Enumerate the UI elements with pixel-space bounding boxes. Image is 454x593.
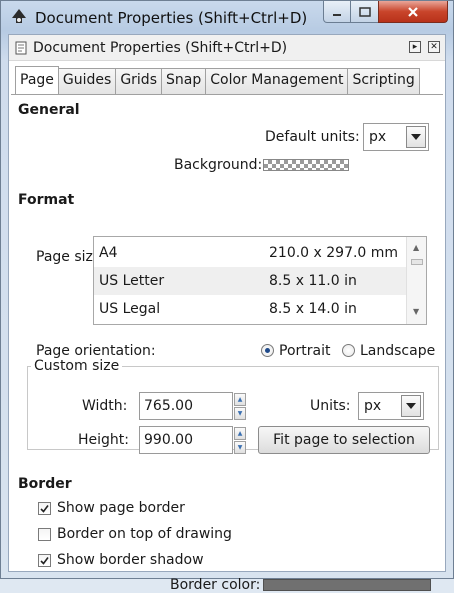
show-page-border-checkbox[interactable]	[38, 502, 51, 515]
border-heading: Border	[18, 476, 72, 492]
properties-panel: Page Guides Grids Snap Color Management …	[9, 62, 445, 593]
tab-snap[interactable]: Snap	[161, 68, 207, 94]
close-icon	[408, 6, 418, 17]
units-label: Units:	[310, 398, 351, 414]
dock-iconify-button[interactable]: ▸	[409, 41, 421, 53]
height-value: 990.00	[144, 432, 193, 448]
dialog-client: Document Properties (Shift+Ctrl+D) ▸ ✕ P…	[8, 34, 446, 593]
page-size-dimensions: 210.0 x 297.0 mm	[269, 245, 399, 261]
minimize-icon	[333, 13, 341, 16]
list-item-selected[interactable]: US Letter 8.5 x 11.0 in	[94, 267, 406, 295]
border-color-label: Border color:	[170, 577, 261, 593]
background-label: Background:	[174, 157, 263, 173]
dock-header: Document Properties (Shift+Ctrl+D) ▸ ✕	[9, 35, 445, 61]
dropdown-arrow-icon	[406, 126, 426, 148]
page-size-list[interactable]: A4 210.0 x 297.0 mm US Letter 8.5 x 11.0…	[93, 236, 427, 325]
format-heading: Format	[18, 192, 75, 208]
scroll-down-icon[interactable]: ▼	[413, 307, 419, 316]
title-bar[interactable]: Document Properties (Shift+Ctrl+D)	[1, 1, 453, 33]
page-size-name: US Letter	[99, 273, 165, 289]
border-on-top-checkbox[interactable]	[38, 528, 51, 541]
background-color-swatch[interactable]	[263, 159, 349, 171]
tab-scripting[interactable]: Scripting	[347, 68, 420, 94]
height-input[interactable]: 990.00 ▲ ▼	[139, 426, 246, 454]
show-border-shadow-checkbox[interactable]	[38, 554, 51, 567]
checkmark-icon	[40, 557, 49, 565]
dock-title: Document Properties (Shift+Ctrl+D)	[33, 40, 288, 56]
landscape-label[interactable]: Landscape	[360, 343, 435, 359]
page-size-name: A4	[99, 245, 118, 261]
list-item[interactable]: US Legal 8.5 x 14.0 in	[94, 295, 406, 323]
dock-close-button[interactable]: ✕	[428, 41, 440, 53]
show-border-shadow-label[interactable]: Show border shadow	[57, 552, 204, 568]
width-stepper[interactable]: ▲ ▼	[234, 393, 246, 421]
portrait-label[interactable]: Portrait	[279, 343, 330, 359]
page-size-dimensions: 8.5 x 14.0 in	[269, 301, 357, 317]
window-title: Document Properties (Shift+Ctrl+D)	[35, 9, 308, 27]
dock-document-icon	[15, 41, 27, 55]
inkscape-app-icon	[12, 9, 26, 23]
list-item[interactable]: A4 210.0 x 297.0 mm	[94, 239, 406, 267]
height-stepper[interactable]: ▲ ▼	[234, 427, 246, 455]
page-size-dimensions: 8.5 x 11.0 in	[269, 273, 357, 289]
scroll-up-icon[interactable]: ▲	[413, 243, 419, 252]
landscape-radio[interactable]	[342, 344, 355, 357]
tab-bar: Page Guides Grids Snap Color Management …	[15, 66, 420, 94]
page-size-name: US Legal	[99, 301, 161, 317]
width-input[interactable]: 765.00 ▲ ▼	[139, 392, 246, 420]
checkmark-icon	[40, 505, 49, 513]
maximize-button[interactable]	[350, 1, 379, 23]
show-page-border-label[interactable]: Show page border	[57, 500, 185, 516]
border-color-swatch[interactable]	[263, 579, 431, 591]
general-heading: General	[18, 102, 80, 118]
dropdown-arrow-icon	[401, 395, 421, 417]
maximize-icon	[358, 6, 371, 17]
orientation-label: Page orientation:	[36, 343, 156, 359]
custom-units-select[interactable]: px	[358, 392, 424, 420]
default-units-value: px	[369, 129, 387, 145]
tab-guides[interactable]: Guides	[57, 68, 117, 94]
spin-up-icon[interactable]: ▲	[234, 427, 246, 440]
border-on-top-label[interactable]: Border on top of drawing	[57, 526, 232, 542]
fit-page-to-selection-button[interactable]: Fit page to selection	[258, 426, 430, 454]
spin-down-icon[interactable]: ▼	[234, 441, 246, 454]
spin-down-icon[interactable]: ▼	[234, 407, 246, 420]
custom-size-title: Custom size	[31, 358, 123, 374]
portrait-radio[interactable]	[261, 344, 274, 357]
default-units-select[interactable]: px	[363, 123, 429, 151]
scroll-thumb[interactable]	[411, 259, 423, 265]
minimize-button[interactable]	[323, 1, 351, 23]
width-value: 765.00	[144, 398, 193, 414]
width-label: Width:	[82, 398, 128, 414]
spin-up-icon[interactable]: ▲	[234, 393, 246, 406]
tab-color-management[interactable]: Color Management	[205, 68, 349, 94]
default-units-label: Default units:	[265, 129, 360, 145]
page-size-scrollbar[interactable]: ▲ ▼	[406, 237, 426, 324]
height-label: Height:	[78, 432, 129, 448]
close-button[interactable]	[378, 1, 448, 23]
custom-units-value: px	[364, 398, 382, 414]
tab-grids[interactable]: Grids	[115, 68, 162, 94]
tab-page[interactable]: Page	[15, 66, 59, 94]
document-properties-window: Document Properties (Shift+Ctrl+D) Docum…	[0, 0, 454, 593]
